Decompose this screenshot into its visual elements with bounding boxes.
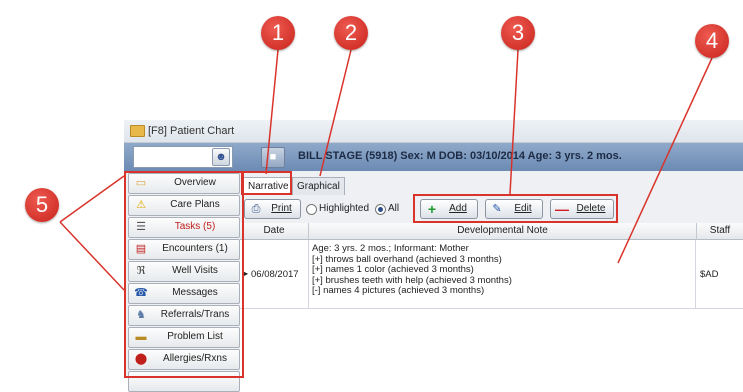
callout-lines — [59, 49, 713, 291]
callout-5: 5 — [25, 188, 59, 222]
callout-line-2 — [319, 49, 352, 177]
callout-line-1 — [265, 49, 279, 175]
callout-line-5b — [59, 221, 125, 291]
callout-line-3 — [509, 49, 519, 195]
callout-2: 2 — [334, 16, 368, 50]
callout-line-5a — [59, 175, 125, 223]
callout-1: 1 — [261, 16, 295, 50]
callout-line-4 — [617, 57, 713, 264]
callout-3: 3 — [501, 16, 535, 50]
callout-4: 4 — [695, 24, 729, 58]
